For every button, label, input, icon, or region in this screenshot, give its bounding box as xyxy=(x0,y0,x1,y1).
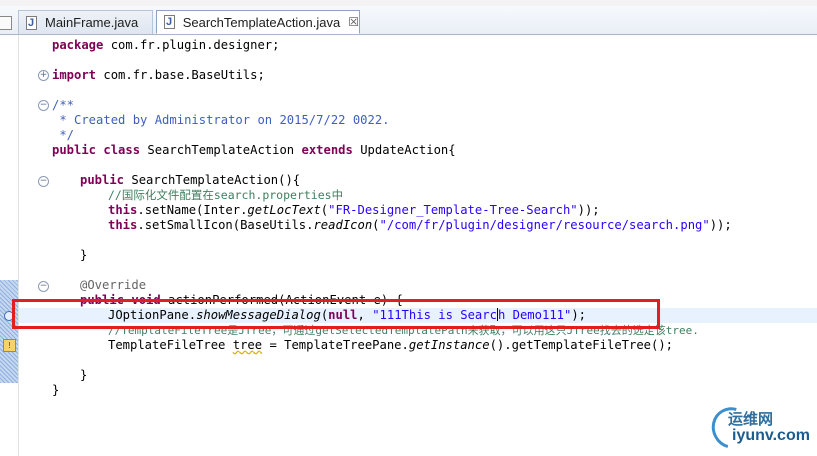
code-line-5: /** xyxy=(52,98,75,112)
code-line-3: import com.fr.base.BaseUtils; xyxy=(52,68,265,82)
code-line-13: this.setSmallIcon(BaseUtils.readIcon("/c… xyxy=(108,218,732,232)
vertical-ruler: ! xyxy=(0,35,19,456)
fold-collapse-icon[interactable]: − xyxy=(38,176,49,187)
fold-collapse-icon[interactable]: − xyxy=(38,281,49,292)
editor-tab-bar: J MainFrame.java J SearchTemplateAction.… xyxy=(0,6,817,35)
highlight-annotation-box xyxy=(12,299,660,329)
warning-icon[interactable]: ! xyxy=(3,339,16,352)
code-line-24: } xyxy=(52,383,60,397)
code-line-21: TemplateFileTree tree = TemplateTreePane… xyxy=(108,338,674,352)
tab-searchtemplateaction[interactable]: J SearchTemplateAction.java ☒ xyxy=(156,10,360,34)
code-editor[interactable]: ! + − − − package com.fr.plugin.designer… xyxy=(0,35,817,456)
watermark-cn-text: 运维网 xyxy=(728,410,774,428)
code-line-8: public class SearchTemplateAction extend… xyxy=(52,143,456,157)
code-line-10: public SearchTemplateAction(){ xyxy=(80,173,301,187)
code-line-6: * Created by Administrator on 2015/7/22 … xyxy=(52,113,390,127)
watermark-logo: 运维网 iyunv.com xyxy=(704,399,810,456)
fold-collapse-icon[interactable]: − xyxy=(38,100,49,111)
code-line-15: } xyxy=(80,248,88,262)
java-file-icon: J xyxy=(163,15,177,29)
code-line-23: } xyxy=(80,368,88,382)
code-line-12: this.setName(Inter.getLocText("FR-Design… xyxy=(108,203,600,217)
close-icon[interactable]: ☒ xyxy=(348,15,359,29)
java-file-icon: J xyxy=(25,15,39,30)
code-line-1: package com.fr.plugin.designer; xyxy=(52,38,280,52)
tab-mainframe[interactable]: J MainFrame.java xyxy=(18,10,153,34)
fold-expand-icon[interactable]: + xyxy=(38,70,49,81)
code-line-11: //国际化文件配置在search.properties中 xyxy=(108,188,344,202)
code-line-17: @Override xyxy=(80,278,147,292)
tab-list-icon[interactable] xyxy=(0,16,12,30)
tab-label: SearchTemplateAction.java xyxy=(182,14,341,30)
watermark-en-text: iyunv.com xyxy=(732,427,810,444)
occurrence-marker xyxy=(0,280,18,383)
tab-label: MainFrame.java xyxy=(45,15,139,30)
code-line-7: */ xyxy=(52,128,75,142)
